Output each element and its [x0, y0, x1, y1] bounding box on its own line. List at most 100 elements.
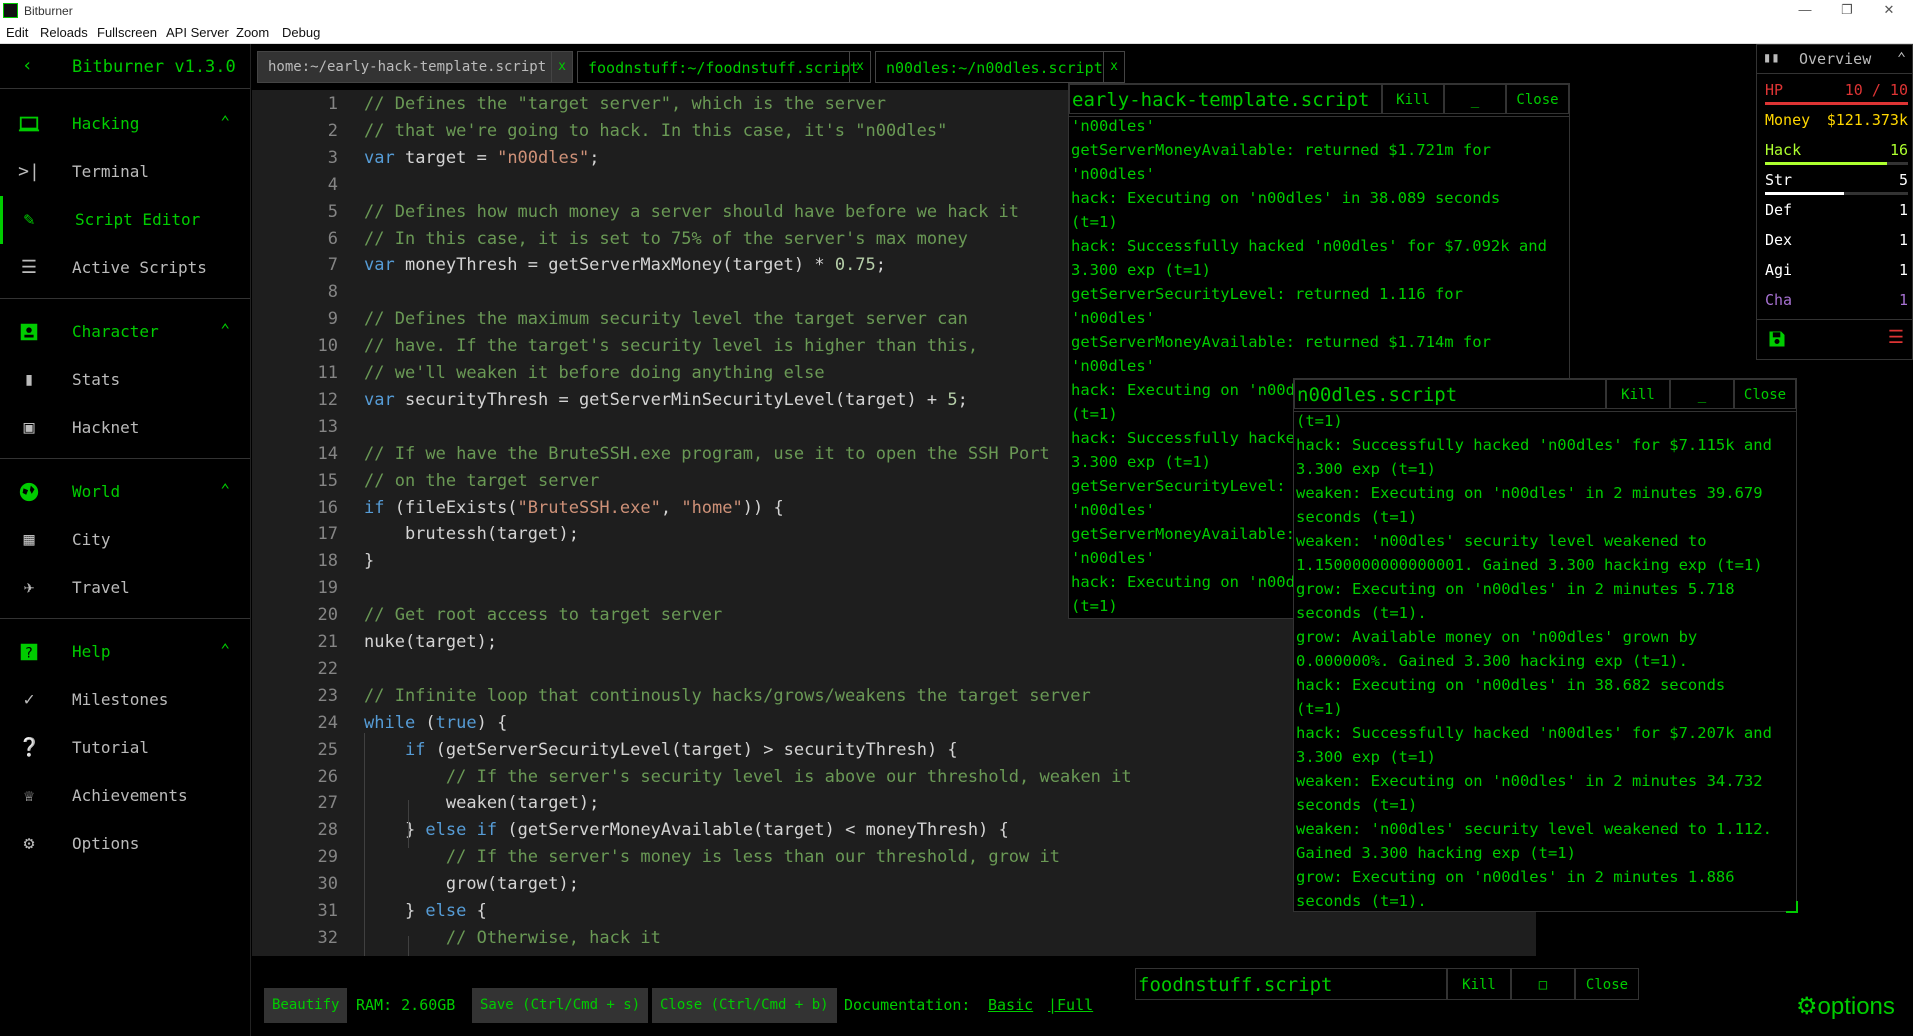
sidebar-item-milestones[interactable]: ✓ Milestones [0, 676, 250, 724]
log-line: hack: Successfully hacked 'n00dles' for … [1296, 436, 1772, 454]
code-line[interactable]: brutessh(target); [364, 524, 579, 544]
kill-script-button[interactable]: Kill [1447, 968, 1511, 1000]
close-log-button[interactable]: Close [1575, 968, 1639, 1000]
menu-fullscreen[interactable]: Fullscreen [97, 25, 157, 40]
menu-debug[interactable]: Debug [282, 25, 320, 40]
close-editor-button[interactable]: Close (Ctrl/Cmd + b) [652, 988, 837, 1023]
line-number: 21 [317, 632, 338, 652]
code-line[interactable]: // we'll weaken it before doing anything… [364, 363, 825, 383]
code-line[interactable]: } else if (getServerMoneyAvailable(targe… [364, 820, 1009, 840]
sidebar-item-terminal[interactable]: >| Terminal [0, 148, 250, 196]
menu-reloads[interactable]: Reloads [40, 25, 88, 40]
code-line[interactable]: // Infinite loop that continously hacks/… [364, 686, 1091, 706]
minimize-log-button[interactable]: _ [1444, 84, 1506, 114]
kill-script-button[interactable]: Kill [1606, 379, 1670, 409]
code-line[interactable]: // Defines the "target server", which is… [364, 94, 886, 114]
sidebar-item-travel[interactable]: ✈ Travel [0, 564, 250, 612]
save-button[interactable]: Save (Ctrl/Cmd + s) [472, 988, 649, 1023]
computer-icon [18, 116, 40, 132]
sidebar-item-script-editor[interactable]: ✎ Script Editor [0, 196, 253, 244]
log-window-foodnstuff-minimized: foodnstuff.script Kill □ Close [1135, 968, 1639, 1002]
beautify-button[interactable]: Beautify [264, 988, 348, 1023]
overview-header[interactable]: ▮▮ Overview ⌃ [1757, 45, 1912, 74]
code-line[interactable]: // on the target server [364, 471, 599, 491]
code-line[interactable]: grow(target); [364, 874, 579, 894]
code-line[interactable]: } [364, 551, 374, 571]
sidebar-item-city[interactable]: ▦ City [0, 516, 250, 564]
sidebar-section-character[interactable]: Character ⌃ [0, 308, 250, 356]
sidebar-section-help[interactable]: ? Help ⌃ [0, 628, 250, 676]
code-line[interactable]: // If the server's money is less than ou… [364, 847, 1060, 867]
code-line[interactable]: weaken(target); [364, 793, 600, 813]
code-line[interactable]: if (getServerSecurityLevel(target) > sec… [364, 740, 958, 760]
code-line[interactable]: // If we have the BruteSSH.exe program, … [364, 444, 1050, 464]
close-tab-icon[interactable]: x [551, 52, 572, 82]
code-line[interactable]: var securityThresh = getServerMinSecurit… [364, 390, 968, 410]
kill-script-button[interactable]: Kill [1382, 84, 1444, 114]
documentation-basic-link[interactable]: Basic [988, 988, 1033, 1023]
chevron-up-icon[interactable]: ⌃ [1897, 49, 1906, 67]
stat-cha: Cha 1 [1765, 287, 1908, 315]
minimize-window-button[interactable]: — [1790, 2, 1820, 17]
code-line[interactable]: // that we're going to hack. In this cas… [364, 121, 947, 141]
log-line: hack: Successfully hacked 'n00dles' for … [1296, 724, 1772, 742]
code-line[interactable]: nuke(target); [364, 632, 497, 652]
close-log-button[interactable]: Close [1734, 379, 1796, 409]
documentation-full-link[interactable]: |Full [1048, 988, 1093, 1023]
restore-window-button[interactable]: ❐ [1832, 2, 1862, 18]
sidebar-item-achievements[interactable]: ♕ Achievements [0, 772, 250, 820]
sidebar-divider [0, 458, 250, 459]
resize-handle[interactable] [1786, 901, 1798, 913]
kill-all-scripts-icon[interactable]: ☰ [1888, 327, 1904, 348]
code-line[interactable]: // If the server's security level is abo… [364, 767, 1132, 787]
tab-label: foodnstuff:~/foodnstuff.script [588, 59, 859, 77]
sidebar-section-hacking[interactable]: Hacking ⌃ [0, 100, 250, 148]
line-number: 25 [317, 739, 338, 760]
sidebar-item-options[interactable]: ⚙ Options [0, 820, 250, 868]
code-line[interactable]: } else { [364, 901, 487, 921]
line-number: 24 [317, 712, 338, 733]
code-line[interactable]: while (true) { [364, 713, 507, 733]
code-line[interactable]: if (fileExists("BruteSSH.exe", "home")) … [364, 498, 784, 518]
tab-early-hack-template[interactable]: home:~/early-hack-template.script x [257, 51, 573, 83]
stat-str: Str 5 [1765, 167, 1908, 195]
log-line: getServerMoneyAvailable: returned $1.721… [1071, 141, 1491, 159]
menu-api-server[interactable]: API Server [166, 25, 229, 40]
log-window-titlebar[interactable]: n00dles.script Kill _ Close [1294, 379, 1796, 412]
collapse-sidebar-icon[interactable]: ‹ [22, 55, 33, 76]
close-log-button[interactable]: Close [1506, 84, 1569, 114]
sidebar-item-hacknet[interactable]: ▣ Hacknet [0, 404, 250, 452]
log-line: 1.1500000000000001. Gained 3.300 hacking… [1296, 556, 1763, 574]
log-line: 3.300 exp (t=1) [1071, 261, 1211, 279]
code-line[interactable]: // Defines the maximum security level th… [364, 309, 968, 329]
code-line[interactable]: // Defines how much money a server shoul… [364, 202, 1019, 222]
code-line[interactable]: var target = "n00dles"; [364, 148, 599, 168]
menu-zoom[interactable]: Zoom [236, 25, 269, 40]
line-number: 30 [317, 874, 338, 895]
app-icon [3, 3, 18, 18]
log-window-titlebar[interactable]: early-hack-template.script Kill _ Close [1069, 84, 1569, 117]
sidebar-item-active-scripts[interactable]: ☰ Active Scripts [0, 244, 250, 292]
sidebar-item-tutorial[interactable]: ❔ Tutorial [0, 724, 250, 772]
tab-n00dles[interactable]: n00dles:~/n00dles.script x [875, 51, 1125, 83]
close-tab-icon[interactable]: x [1103, 52, 1124, 82]
close-tab-icon[interactable]: x [849, 52, 870, 82]
tab-label: home:~/early-hack-template.script [268, 59, 547, 75]
log-line: (t=1) [1071, 213, 1118, 231]
sidebar-item-stats[interactable]: ▮ Stats [0, 356, 250, 404]
code-line[interactable]: // have. If the target's security level … [364, 336, 978, 356]
save-game-icon[interactable] [1767, 329, 1787, 349]
code-line[interactable]: // Get root access to target server [364, 605, 722, 625]
code-line[interactable]: var moneyThresh = getServerMaxMoney(targ… [364, 255, 886, 275]
sidebar-section-world[interactable]: World ⌃ [0, 468, 250, 516]
sidebar-item-label: Active Scripts [72, 258, 207, 277]
line-number: 7 [327, 255, 338, 276]
minimize-log-button[interactable]: _ [1670, 379, 1734, 409]
close-window-button[interactable]: ✕ [1874, 2, 1904, 18]
restore-log-button[interactable]: □ [1511, 968, 1575, 1000]
tab-foodnstuff[interactable]: foodnstuff:~/foodnstuff.script x [577, 51, 871, 83]
code-line[interactable]: // In this case, it is set to 75% of the… [364, 229, 968, 249]
line-number: 9 [327, 309, 338, 330]
options-button[interactable]: ⚙options [1796, 992, 1895, 1021]
menu-edit[interactable]: Edit [6, 25, 28, 40]
